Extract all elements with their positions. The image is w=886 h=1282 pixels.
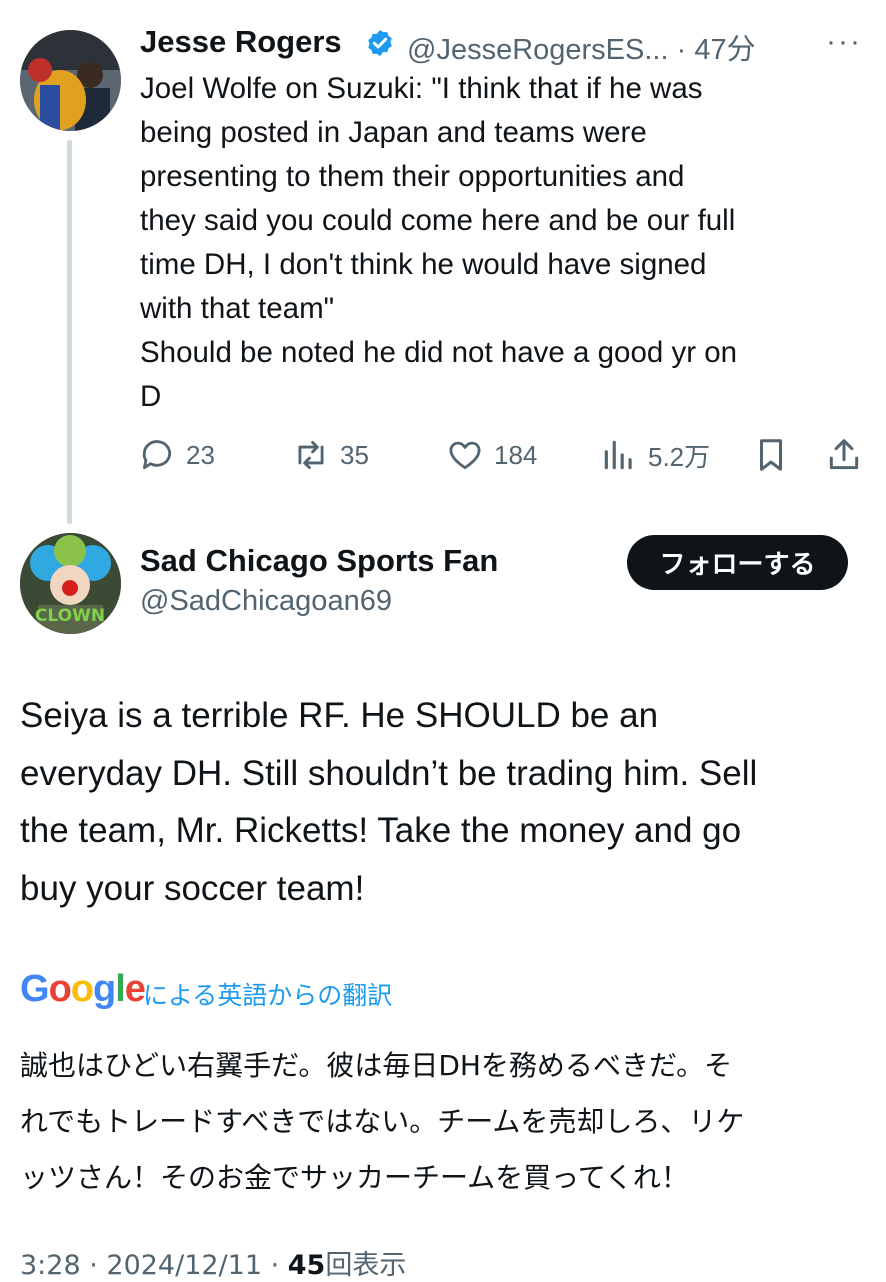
tweet-text: Joel Wolfe on Suzuki: "I think that if h…	[140, 72, 738, 413]
view-count: 45	[287, 1250, 326, 1281]
repost-icon	[298, 440, 324, 470]
reply-icon	[142, 440, 172, 470]
bookmark-icon	[759, 439, 783, 471]
share-icon	[829, 439, 859, 470]
verified-badge-icon	[368, 29, 392, 57]
view-count: 5.2万	[648, 441, 711, 472]
display-name[interactable]: Jesse Rogers	[140, 24, 342, 60]
views-button[interactable]: 5.2万	[600, 435, 710, 475]
like-count: 184	[494, 439, 538, 470]
display-name[interactable]: Sad Chicago Sports Fan	[140, 543, 498, 579]
repost-count: 35	[340, 439, 369, 470]
repost-button[interactable]: 35	[292, 435, 369, 475]
google-logo: Google	[20, 968, 146, 1010]
reply-button[interactable]: 23	[138, 435, 215, 475]
views-icon	[604, 440, 632, 470]
tweet-time[interactable]: 3:28	[20, 1250, 81, 1281]
avatar-sad-chicago-sports-fan[interactable]: CLOWN	[20, 533, 121, 634]
separator: ·	[676, 34, 687, 66]
view-label: 回表示	[325, 1250, 407, 1281]
more-icon[interactable]: ···	[826, 25, 862, 59]
like-button[interactable]: 184	[446, 435, 537, 475]
share-button[interactable]	[825, 435, 863, 475]
tweet-text: Seiya is a terrible RF. He SHOULD be an …	[20, 696, 758, 908]
translated-text: 誠也はひどい右翼手だ。彼は毎日DHを務めるべきだ。そ れでもトレードすべきではな…	[20, 1049, 745, 1194]
tweet-handle-and-time: @JesseRogersES... · 47分	[407, 26, 756, 68]
tweet-meta: 3:28 · 2024/12/11 · 45回表示	[20, 1250, 407, 1281]
handle[interactable]: @JesseRogersES...	[407, 34, 669, 66]
bookmark-button[interactable]	[752, 435, 790, 475]
timestamp[interactable]: 47分	[694, 34, 755, 66]
thread-connector-line	[67, 140, 72, 524]
follow-button[interactable]: フォローする	[627, 535, 848, 590]
avatar-jesse-rogers[interactable]	[20, 30, 121, 131]
tweet-date[interactable]: 2024/12/11	[106, 1250, 262, 1281]
avatar-caption: CLOWN	[35, 606, 105, 626]
handle[interactable]: @SadChicagoan69	[140, 585, 392, 618]
reply-count: 23	[186, 439, 215, 470]
translation-label[interactable]: による英語からの翻訳	[143, 976, 392, 1012]
like-icon	[449, 441, 481, 470]
